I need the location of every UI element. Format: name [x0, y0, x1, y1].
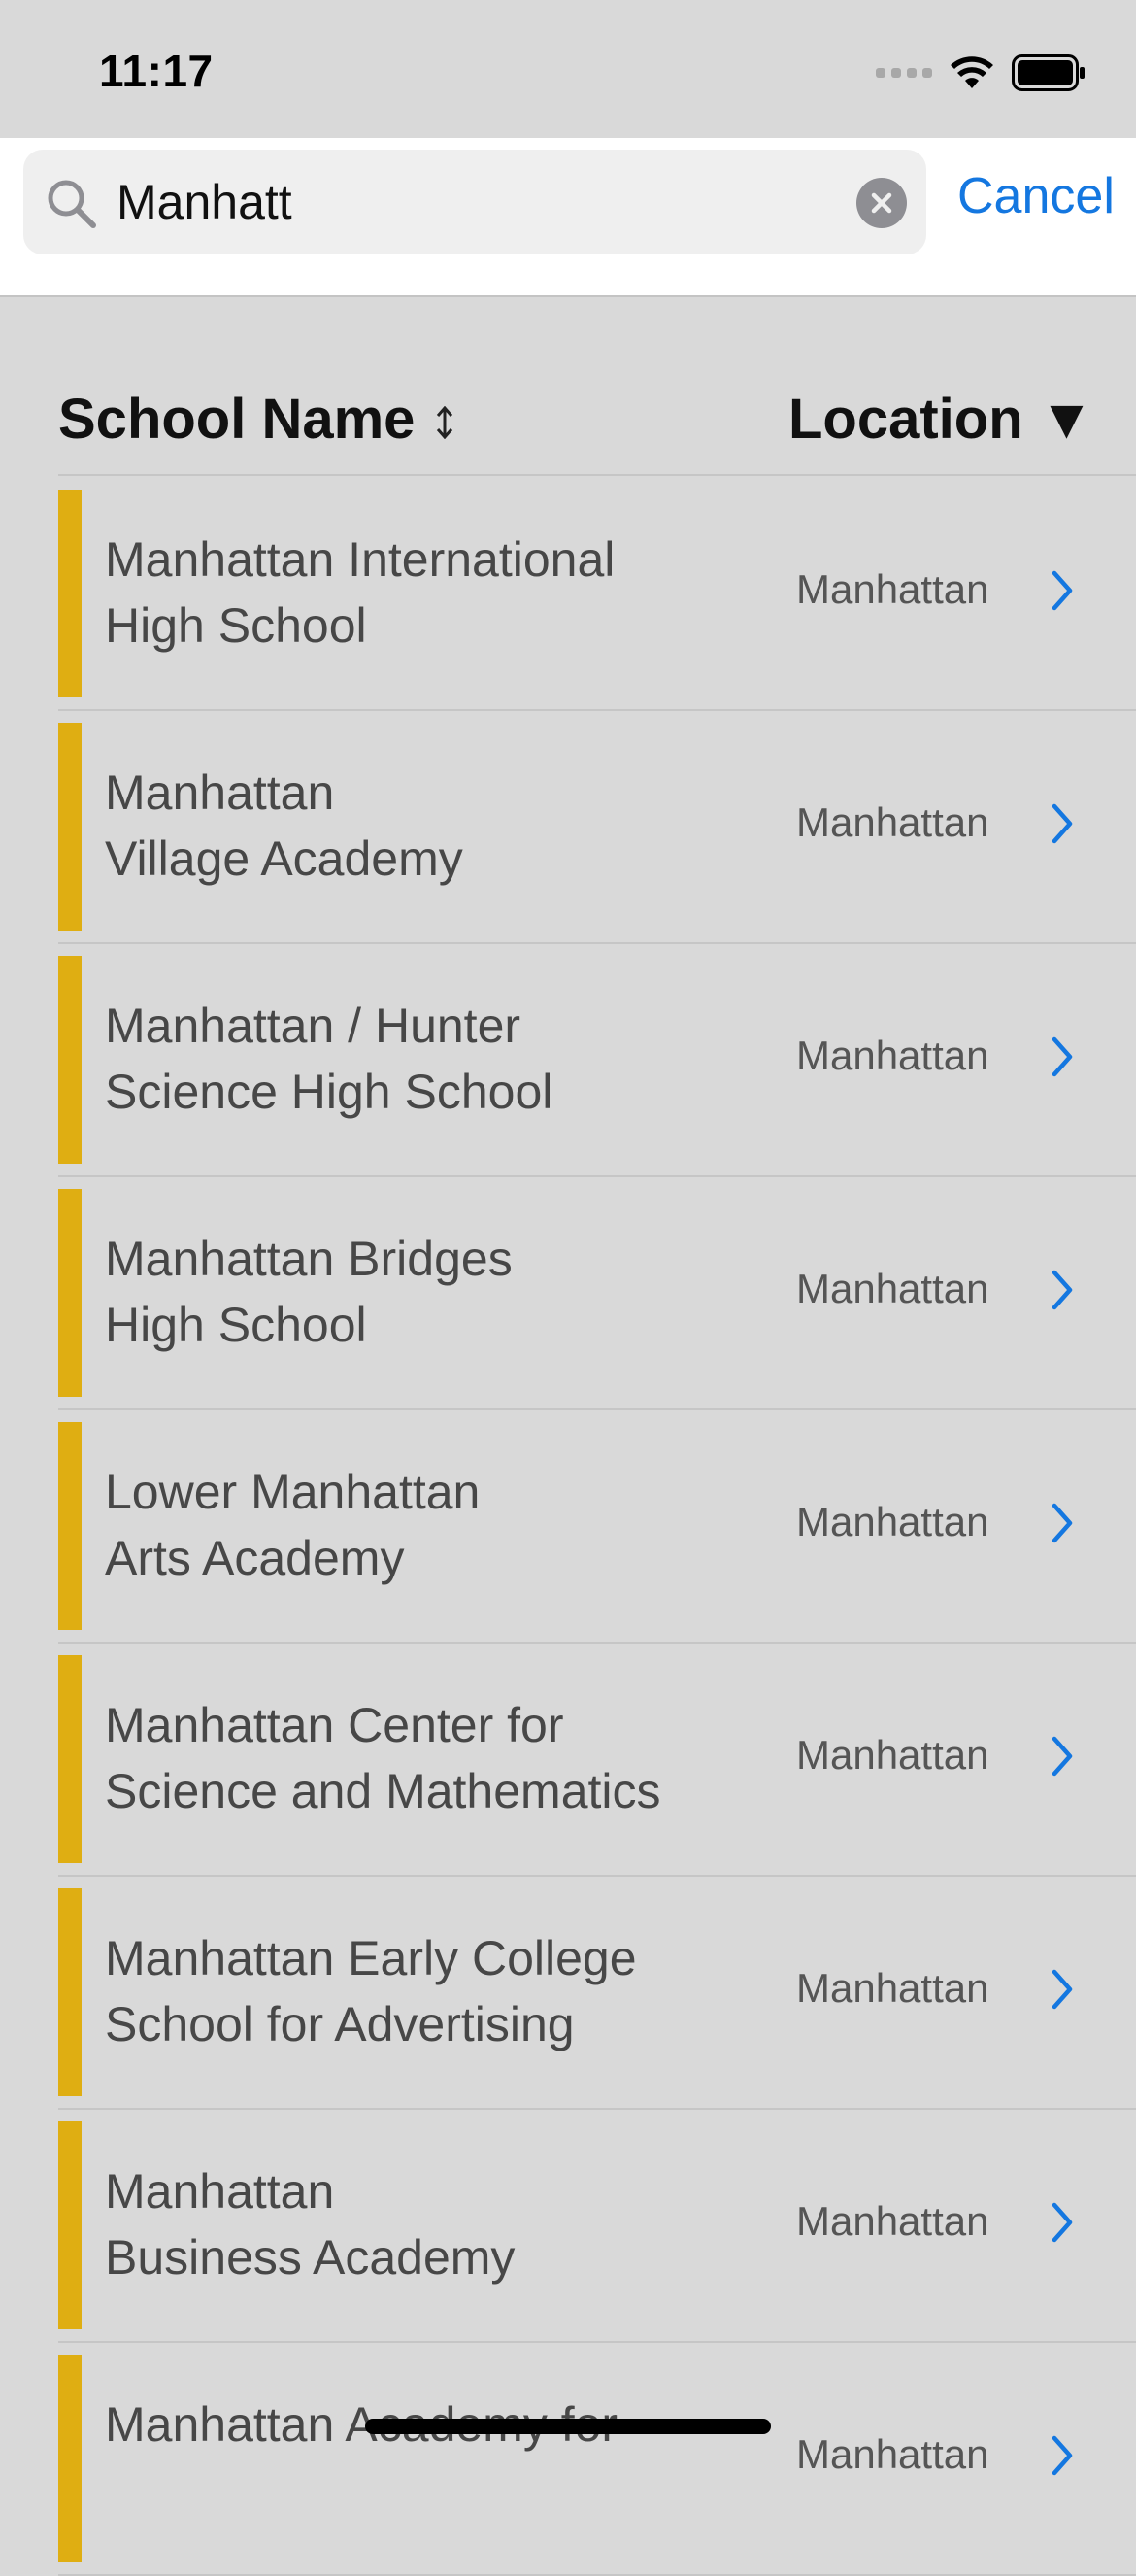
school-location: Manhattan: [796, 1033, 989, 1078]
row-color-marker: [58, 490, 82, 697]
school-location: Manhattan: [796, 1965, 989, 2011]
sort-arrows-icon[interactable]: [435, 406, 454, 439]
location-filter-header[interactable]: Location ▼: [788, 387, 1094, 452]
status-bar: 11:17: [0, 0, 1136, 138]
row-color-marker: [58, 723, 82, 931]
search-query-text[interactable]: Manhatt: [117, 173, 292, 231]
cellular-signal-icon: [876, 68, 932, 78]
chevron-right-icon[interactable]: [1051, 569, 1076, 612]
school-name-sort-header[interactable]: School Name: [58, 387, 415, 452]
status-time: 11:17: [99, 46, 214, 96]
table-row[interactable]: Manhattan Academy for Manhattan: [58, 2343, 1136, 2576]
row-color-marker: [58, 1655, 82, 1863]
school-name: Manhattan Village Academy: [105, 765, 463, 886]
chevron-right-icon[interactable]: [1051, 2434, 1076, 2477]
chevron-right-icon[interactable]: [1051, 802, 1076, 845]
row-color-marker: [58, 1422, 82, 1630]
table-row[interactable]: Lower Manhattan Arts Academy Manhattan: [58, 1410, 1136, 1644]
row-color-marker: [58, 956, 82, 1164]
search-icon: [48, 180, 96, 228]
row-color-marker: [58, 1888, 82, 2096]
school-list: Manhattan International High School Manha…: [58, 478, 1136, 2576]
status-icons: [876, 51, 1086, 95]
chevron-right-icon[interactable]: [1051, 1035, 1076, 1078]
chevron-right-icon[interactable]: [1051, 2201, 1076, 2244]
chevron-right-icon[interactable]: [1051, 1269, 1076, 1311]
search-input[interactable]: Manhatt: [23, 150, 926, 254]
table-header: School Name Location ▼: [58, 379, 1136, 476]
table-row[interactable]: Manhattan Center for Science and Mathema…: [58, 1644, 1136, 1877]
chevron-right-icon[interactable]: [1051, 1968, 1076, 2011]
close-icon: [871, 192, 892, 214]
battery-icon: [1012, 54, 1085, 91]
row-color-marker: [58, 1189, 82, 1397]
wifi-icon: [951, 56, 993, 88]
cancel-button[interactable]: Cancel: [957, 167, 1115, 225]
school-name: Manhattan Early College School for Adver…: [105, 1931, 637, 2051]
table-row[interactable]: Manhattan Bridges High School Manhattan: [58, 1177, 1136, 1410]
school-location: Manhattan: [796, 1266, 989, 1311]
table-row[interactable]: Manhattan / Hunter Science High School Ma…: [58, 944, 1136, 1177]
chevron-right-icon[interactable]: [1051, 1502, 1076, 1544]
school-name: Manhattan International High School: [105, 532, 616, 653]
school-name: Manhattan / Hunter Science High School: [105, 999, 553, 1119]
school-location: Manhattan: [796, 2198, 989, 2244]
row-color-marker: [58, 2121, 82, 2329]
school-location: Manhattan: [796, 799, 989, 845]
table-row[interactable]: Manhattan International High School Manha…: [58, 478, 1136, 711]
row-color-marker: [58, 2355, 82, 2562]
chevron-right-icon[interactable]: [1051, 1735, 1076, 1778]
school-name: Manhattan Bridges High School: [105, 1232, 513, 1352]
table-row[interactable]: Manhattan Early College School for Adver…: [58, 1877, 1136, 2110]
table-row[interactable]: Manhattan Business Academy Manhattan: [58, 2110, 1136, 2343]
school-name: Manhattan Business Academy: [105, 2164, 516, 2285]
school-location: Manhattan: [796, 1732, 989, 1778]
school-name: Manhattan Center for Science and Mathema…: [105, 1698, 661, 1818]
search-bar-container: Manhatt Cancel: [0, 138, 1136, 297]
home-indicator[interactable]: [365, 2419, 771, 2434]
school-location: Manhattan: [796, 1499, 989, 1544]
table-row[interactable]: Manhattan Village Academy Manhattan: [58, 711, 1136, 944]
school-name: Lower Manhattan Arts Academy: [105, 1465, 481, 1585]
clear-search-icon[interactable]: [856, 178, 907, 228]
school-location: Manhattan: [796, 566, 989, 612]
school-location: Manhattan: [796, 2431, 989, 2477]
